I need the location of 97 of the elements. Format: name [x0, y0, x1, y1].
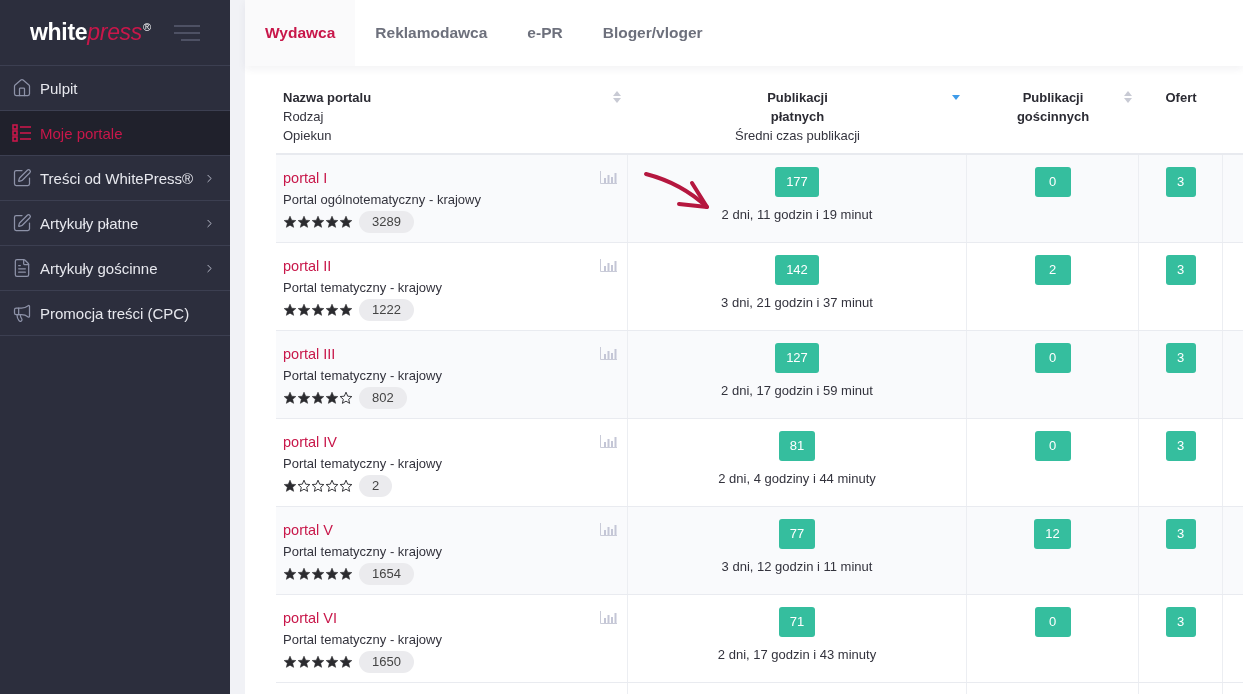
column-header: Publikacji płatnych [766, 89, 829, 126]
portal-name-link[interactable]: portal V [283, 519, 333, 541]
portal-type: Portal ogólnotematyczny - krajowy [283, 191, 481, 209]
guest-publications-count: 2 [1034, 255, 1071, 285]
star-icon [283, 655, 297, 669]
rating-count: 1650 [359, 651, 414, 673]
star-icon [311, 567, 325, 581]
star-icon [339, 303, 353, 317]
edit-icon [12, 213, 32, 233]
star-icon [339, 215, 353, 229]
portal-type: Portal tematyczny - krajowy [283, 543, 442, 561]
star-icon [325, 391, 339, 405]
star-icon [297, 391, 311, 405]
column-subheader: Średni czas publikacji [735, 127, 860, 145]
offers-count: 3 [1165, 167, 1196, 197]
offers-count: 3 [1165, 519, 1196, 549]
portal-type: Portal tematyczny - krajowy [283, 455, 442, 473]
sort-icon[interactable] [613, 91, 621, 103]
paid-publications-count: 127 [775, 343, 819, 373]
portal-name-link[interactable]: portal I [283, 167, 328, 189]
document-icon [12, 258, 32, 278]
rating-count: 1222 [359, 299, 414, 321]
bar-chart-icon[interactable] [600, 611, 617, 624]
star-icon [339, 567, 353, 581]
tab[interactable]: Bloger/vloger [582, 0, 723, 66]
guest-publications-count: 12 [1034, 519, 1071, 549]
portal-type: Portal tematyczny - krajowy [283, 631, 442, 649]
paid-publications-count: 77 [778, 519, 816, 549]
rating-count: 1654 [359, 563, 414, 585]
star-icon [311, 215, 325, 229]
paid-publications-count: 71 [778, 607, 816, 637]
star-icon [311, 655, 325, 669]
average-publication-time: 2 dni, 4 godziny i 44 minuty [718, 470, 876, 488]
offers-count: 3 [1165, 255, 1196, 285]
average-publication-time: 2 dni, 17 godzin i 43 minuty [717, 646, 877, 664]
star-icon [283, 391, 297, 405]
paid-publications-count: 142 [775, 255, 819, 285]
star-icon [283, 215, 297, 229]
guest-publications-count: 0 [1034, 167, 1071, 197]
column-header: Publikacji gościnnych [1015, 89, 1091, 126]
portal-name-link[interactable]: portal III [283, 343, 336, 365]
portal-name-link[interactable]: portal IV [283, 431, 337, 453]
guest-publications-count: 0 [1034, 607, 1071, 637]
tab[interactable]: e-PR [507, 0, 583, 66]
star-icon [297, 567, 311, 581]
paid-publications-count: 177 [775, 167, 819, 197]
logo[interactable]: whitepress$^{®}$ [30, 19, 151, 46]
offers-count: 3 [1165, 431, 1196, 461]
column-header: Nazwa portalu [283, 89, 372, 107]
star-icon [283, 567, 297, 581]
guest-publications-count: 0 [1034, 431, 1071, 461]
tab[interactable]: Wydawca [245, 0, 356, 66]
guest-publications-count: 0 [1034, 343, 1071, 373]
star-icon [325, 567, 339, 581]
list-icon [12, 124, 32, 142]
rating-count: 3289 [359, 211, 414, 233]
star-icon [325, 303, 339, 317]
star-icon [311, 391, 325, 405]
bar-chart-icon[interactable] [600, 259, 617, 272]
empty-star-icon [325, 479, 339, 493]
bar-chart-icon[interactable] [600, 435, 617, 448]
column-subheader: Opiekun [283, 127, 332, 145]
bar-chart-icon[interactable] [600, 347, 617, 360]
megaphone-icon [12, 303, 32, 323]
star-icon [311, 303, 325, 317]
tab[interactable]: Reklamodawca [355, 0, 508, 66]
empty-star-icon [339, 479, 353, 493]
sort-icon[interactable] [1124, 91, 1132, 103]
rating-count: 2 [359, 475, 393, 497]
empty-star-icon [311, 479, 325, 493]
average-publication-time: 2 dni, 11 godzin i 19 minut [721, 206, 873, 224]
offers-count: 3 [1165, 607, 1196, 637]
column-subheader: Rodzaj [283, 108, 324, 126]
star-icon [283, 479, 297, 493]
portal-name-link[interactable]: portal VI [283, 607, 337, 629]
star-icon [297, 215, 311, 229]
star-icon [283, 303, 297, 317]
portal-name-link[interactable]: portal II [283, 255, 332, 277]
star-icon [297, 655, 311, 669]
star-icon [297, 303, 311, 317]
bar-chart-icon[interactable] [600, 171, 617, 184]
rating-count: 802 [359, 387, 407, 409]
star-icon [325, 655, 339, 669]
paid-publications-count: 81 [778, 431, 816, 461]
portal-type: Portal tematyczny - krajowy [283, 279, 442, 297]
home-icon [12, 78, 32, 98]
average-publication-time: 3 dni, 21 godzin i 37 minut [721, 294, 873, 312]
average-publication-time: 2 dni, 17 godzin i 59 minut [721, 382, 873, 400]
column-header: Ofert [1165, 89, 1197, 107]
star-icon [339, 655, 353, 669]
edit-icon [12, 168, 32, 188]
portal-type: Portal tematyczny - krajowy [283, 367, 442, 385]
average-publication-time: 3 dni, 12 godzin i 11 minut [721, 558, 873, 576]
star-icon [325, 215, 339, 229]
offers-count: 3 [1165, 343, 1196, 373]
menu-icon[interactable] [174, 24, 200, 41]
bar-chart-icon[interactable] [600, 523, 617, 536]
